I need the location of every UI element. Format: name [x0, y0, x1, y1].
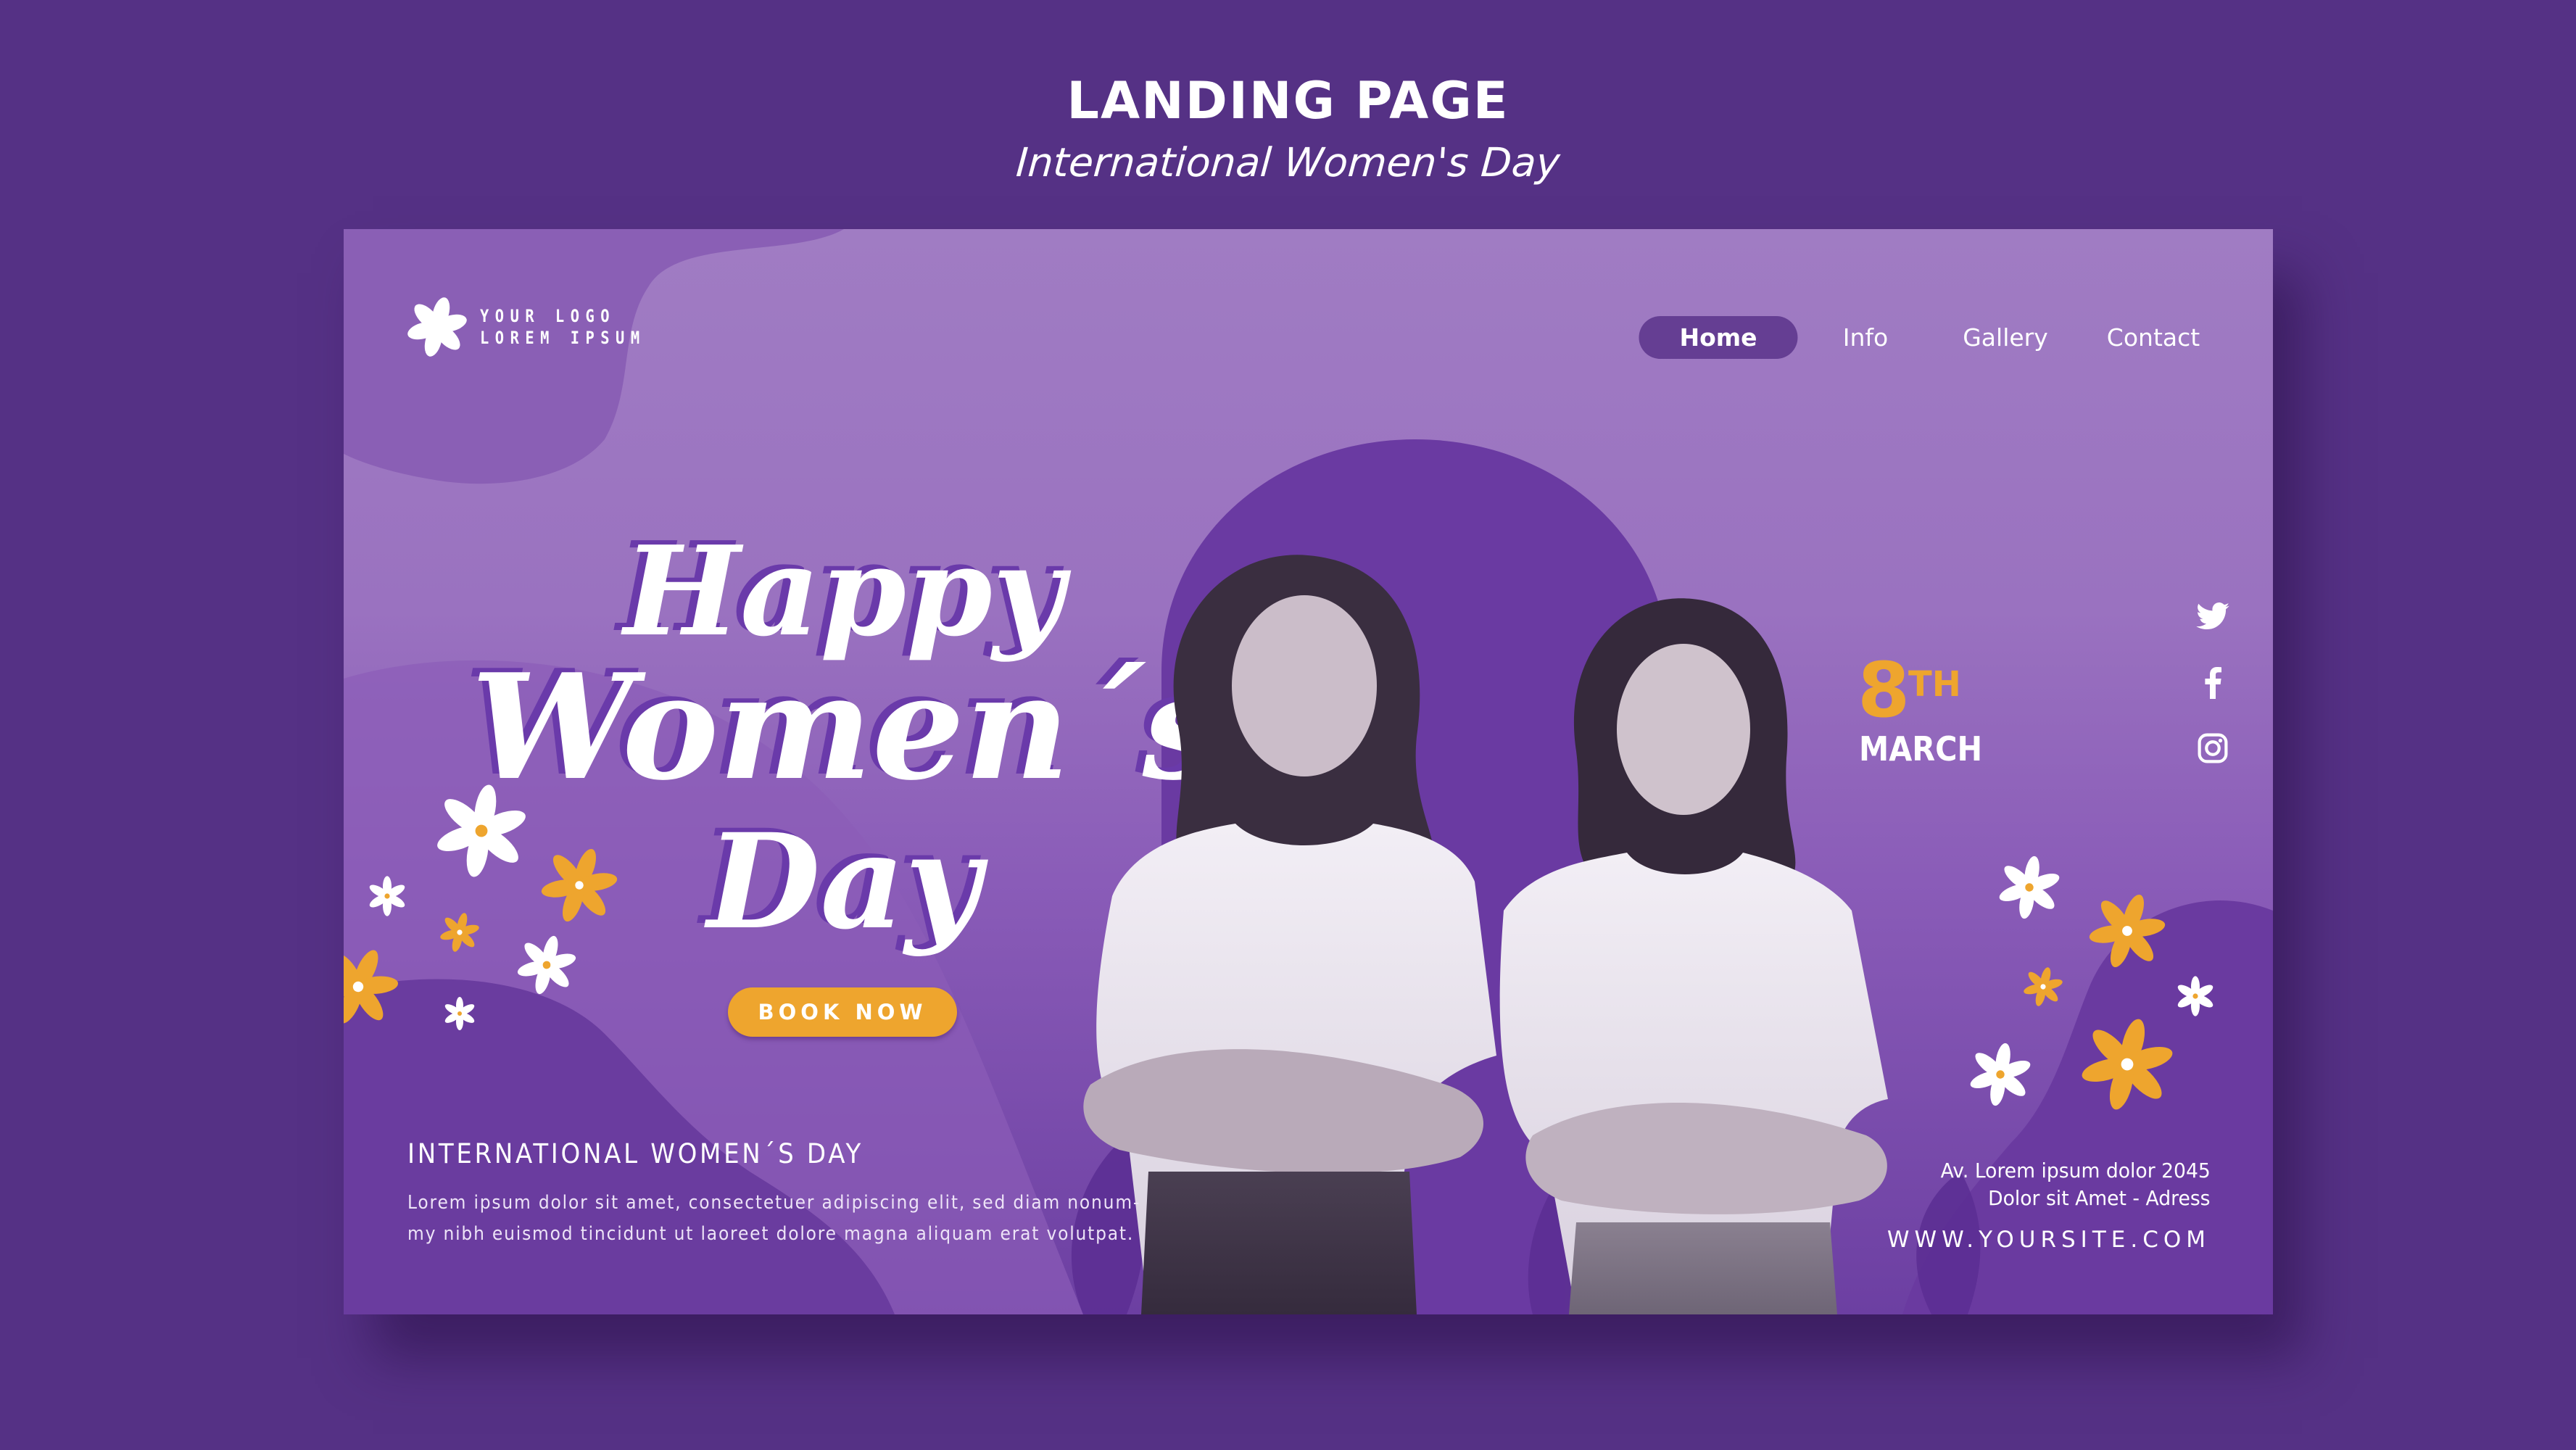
- flower-orange-right: [2079, 882, 2176, 980]
- flower-white-large: [428, 776, 535, 885]
- landing-page-card: YOUR LOGO LOREM IPSUM Home Info Gallery …: [344, 229, 2273, 1314]
- date-suffix: TH: [1908, 664, 1961, 705]
- date-day: 8: [1858, 646, 1910, 734]
- address-line-1: Av. Lorem ipsum dolor 2045: [1940, 1159, 2211, 1182]
- flower-white-tiny: [443, 997, 476, 1030]
- flower-orange-small: [435, 908, 484, 957]
- flower-white-right: [1993, 850, 2066, 924]
- page-subtitle: International Women's Day: [1014, 139, 1562, 186]
- page-title: LANDING PAGE: [1067, 71, 1509, 130]
- website-link[interactable]: WWW.YOURSITE.COM: [1887, 1227, 2211, 1253]
- hero-photo: [1083, 555, 1888, 1314]
- instagram-icon: [2198, 733, 2228, 763]
- facebook-icon: [2205, 667, 2221, 699]
- flower-orange-right-small: [2018, 962, 2068, 1011]
- flower-orange-edge: [344, 934, 411, 1040]
- flower-white: [510, 928, 583, 1002]
- woman-right: [1499, 598, 1888, 1314]
- twitter-link[interactable]: [2192, 596, 2233, 637]
- flower-orange-right-large: [2071, 1007, 2184, 1122]
- footer-body-line-2: my nibh euismod tincidunt ut laoreet dol…: [407, 1223, 1135, 1245]
- flower-white-small: [368, 876, 407, 916]
- footer-heading: INTERNATIONAL WOMEN´S DAY: [407, 1138, 864, 1169]
- flower-orange: [531, 836, 628, 935]
- footer-body: Lorem ipsum dolor sit amet, consectetuer…: [407, 1188, 1140, 1250]
- flower-white-right-small: [2176, 976, 2215, 1016]
- woman-left: [1083, 555, 1496, 1314]
- flower-white-right-bottom: [1964, 1037, 2037, 1111]
- address-line-2: Dolor sit Amet - Adress: [1988, 1186, 2211, 1210]
- instagram-link[interactable]: [2192, 728, 2233, 768]
- footer-body-line-1: Lorem ipsum dolor sit amet, consectetuer…: [407, 1192, 1141, 1214]
- date-month: MARCH: [1859, 729, 1983, 768]
- facebook-link[interactable]: [2192, 663, 2233, 703]
- twitter-icon: [2196, 602, 2229, 630]
